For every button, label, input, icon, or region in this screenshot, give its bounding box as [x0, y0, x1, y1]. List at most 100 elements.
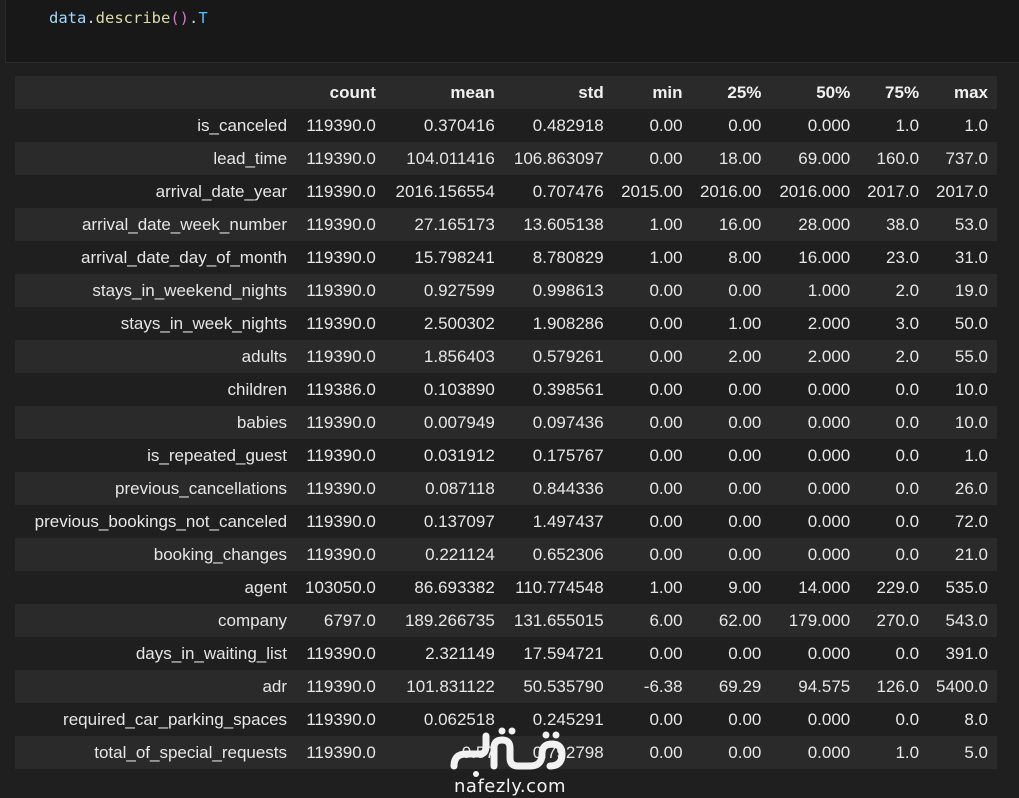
- table-cell: 0.0: [895, 709, 920, 729]
- table-cell: 2.00: [728, 346, 762, 366]
- table-cell: 16.00: [718, 214, 762, 234]
- table-cell: 2.500302: [423, 313, 495, 333]
- table-cell: 2.0: [895, 346, 920, 366]
- table-cell: -6.38: [643, 676, 683, 696]
- table-cell: 0.00: [649, 412, 683, 432]
- table-cell: 0.103890: [423, 379, 495, 399]
- table-cell: 10.0: [954, 379, 988, 399]
- table-cell: 9.00: [728, 577, 762, 597]
- row-label: days_in_waiting_list: [135, 643, 288, 663]
- table-cell: 1.0: [895, 115, 920, 135]
- table-cell: 21.0: [954, 544, 988, 564]
- table-cell: 0.000: [807, 412, 851, 432]
- column-header: max: [953, 82, 988, 102]
- table-cell: 160.0: [876, 148, 920, 168]
- table-cell: 2016.00: [699, 181, 762, 201]
- table-cell: 535.0: [945, 577, 988, 597]
- table-cell: 72.0: [954, 511, 988, 531]
- column-header: mean: [450, 82, 495, 102]
- table-cell: 104.011416: [406, 148, 495, 168]
- table-cell: 50.0: [954, 313, 988, 333]
- table-cell: 1.908286: [532, 313, 604, 333]
- table-cell: 1.00: [649, 577, 683, 597]
- table-cell: 119390.0: [306, 676, 376, 696]
- table-cell: 0.00: [728, 445, 762, 465]
- code-line: data.describe().T: [49, 9, 208, 27]
- code-method: describe: [95, 9, 171, 27]
- table-cell: 0.00: [728, 742, 762, 762]
- table-cell: 50.535790: [523, 676, 604, 696]
- table-cell: 0.482918: [532, 115, 604, 135]
- table-cell: 0.245291: [532, 709, 604, 729]
- table-cell: 0.00: [728, 709, 762, 729]
- row-label: babies: [236, 412, 288, 432]
- table-cell: 0.0: [895, 511, 920, 531]
- row-label: company: [218, 610, 288, 630]
- table-cell: 126.0: [876, 676, 920, 696]
- table-cell: 2016.156554: [395, 181, 495, 201]
- table-cell: 8.0: [964, 709, 988, 729]
- table-cell: 0.0: [895, 412, 920, 432]
- table-cell: 27.165173: [414, 214, 495, 234]
- row-label: booking_changes: [153, 544, 288, 564]
- table-cell: 0.00: [649, 280, 683, 300]
- table-cell: 0.00: [728, 511, 762, 531]
- table-cell: 0.398561: [532, 379, 604, 399]
- column-header: count: [329, 82, 376, 102]
- table-row: children 119386.0 0.103890 0.398561 0.00 0.00…: [15, 373, 997, 406]
- table-cell: 119390.0: [306, 346, 376, 366]
- table-cell: 103050.0: [304, 577, 376, 597]
- table-cell: 69.000: [798, 148, 851, 168]
- column-header: 75%: [885, 82, 920, 102]
- row-label: stays_in_weekend_nights: [92, 280, 288, 300]
- table-cell: 0.175767: [532, 445, 604, 465]
- table-cell: 131.655015: [513, 610, 604, 630]
- table-row: stays_in_weekend_nights 119390.0 0.927599 0…: [15, 274, 997, 307]
- row-label: previous_cancellations: [115, 478, 288, 498]
- table-cell: 119390.0: [306, 214, 376, 234]
- table-cell: 0.707476: [532, 181, 604, 201]
- row-label: children: [227, 379, 288, 399]
- table-cell: 0.652306: [532, 544, 604, 564]
- table-cell: 119390.0: [306, 478, 376, 498]
- table-row: arrival_date_year 119390.0 2016.156554 0.70…: [15, 175, 997, 208]
- table-cell: 119390.0: [306, 115, 376, 135]
- code-cell-input[interactable]: data.describe().T: [5, 0, 1019, 63]
- row-label: lead_time: [213, 148, 288, 168]
- code-dot: .: [189, 9, 199, 27]
- table-cell: 0.00: [649, 709, 683, 729]
- table-row: booking_changes 119390.0 0.221124 0.652306 0…: [15, 538, 997, 571]
- column-header: 25%: [727, 82, 762, 102]
- row-label: adults: [241, 346, 288, 366]
- index-header: [15, 76, 296, 109]
- table-cell: 0.00: [649, 445, 683, 465]
- watermark-text: nafezly.com: [454, 776, 567, 797]
- table-row: previous_cancellations 119390.0 0.087118 0.…: [15, 472, 997, 505]
- table-cell: 69.29: [718, 676, 762, 696]
- table-cell: 53.0: [954, 214, 988, 234]
- row-label: is_canceled: [197, 115, 288, 135]
- table-cell: 3.0: [895, 313, 920, 333]
- table-cell: 13.605138: [523, 214, 604, 234]
- table-cell: 0.00: [649, 643, 683, 663]
- table-cell: 0.00: [649, 742, 683, 762]
- table-cell: 1.00: [728, 313, 762, 333]
- row-label: arrival_date_week_number: [81, 214, 288, 234]
- table-row: is_repeated_guest 119390.0 0.031912 0.17576…: [15, 439, 997, 472]
- table-cell: 0.000: [807, 478, 851, 498]
- table-cell: 119390.0: [306, 280, 376, 300]
- table-cell: 2017.0: [936, 181, 988, 201]
- code-object: data: [49, 9, 87, 27]
- table-cell: 0.00: [728, 544, 762, 564]
- table-cell: 5.0: [964, 742, 988, 762]
- table-row: agent 103050.0 86.693382 110.774548 1.00 9.00…: [15, 571, 997, 604]
- table-cell: 119390.0: [306, 247, 376, 267]
- row-label: total_of_special_requests: [94, 742, 288, 762]
- table-cell: 1.00: [649, 247, 683, 267]
- table-cell: 26.0: [954, 478, 988, 498]
- table-cell: 0.00: [728, 478, 762, 498]
- table-cell: 10.0: [954, 412, 988, 432]
- table-cell: 0.000: [807, 742, 851, 762]
- table-cell: 110.774548: [515, 577, 604, 597]
- table-cell: 119390.0: [306, 412, 376, 432]
